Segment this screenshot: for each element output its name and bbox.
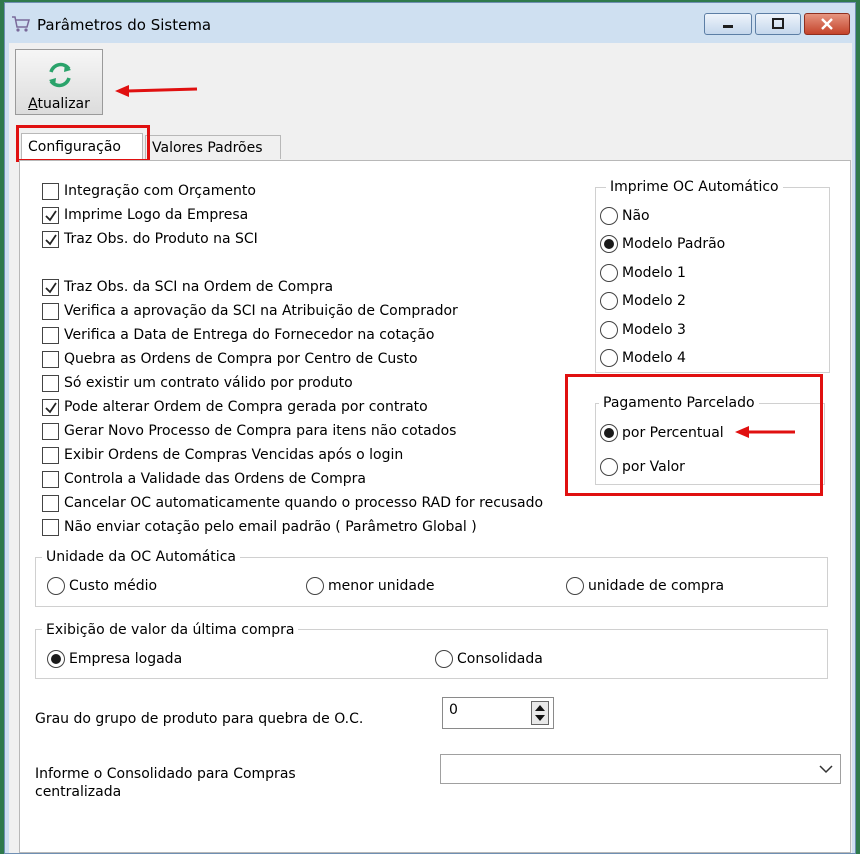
radio-circle[interactable] [47, 650, 65, 668]
radio-circle[interactable] [47, 577, 65, 595]
spinner-buttons[interactable] [531, 701, 549, 725]
radio-consolidada[interactable]: Consolidada [435, 648, 543, 670]
checkbox-controla-validade-oc[interactable]: Controla a Validade das Ordens de Compra [42, 469, 366, 489]
radio-imprime-modelo-2[interactable]: Modelo 2 [600, 290, 686, 312]
checkbox-alterar-oc-contrato[interactable]: Pode alterar Ordem de Compra gerada por … [42, 397, 428, 417]
annotation-arrow-pagamento [735, 426, 795, 438]
checkbox-verifica-aprovacao-sci[interactable]: Verifica a aprovação da SCI na Atribuiçã… [42, 301, 458, 321]
chevron-down-icon[interactable] [819, 764, 833, 774]
checkbox-integracao-orcamento[interactable]: Integração com Orçamento [42, 181, 256, 201]
tab-valores-padroes[interactable]: Valores Padrões [145, 135, 281, 159]
radio-imprime-modelo-1[interactable]: Modelo 1 [600, 262, 686, 284]
radio-circle[interactable] [435, 650, 453, 668]
configuracao-panel: Integração com Orçamento Imprime Logo da… [19, 160, 851, 853]
maximize-button[interactable] [755, 13, 801, 35]
radio-menor-unidade[interactable]: menor unidade [306, 575, 435, 597]
radio-circle[interactable] [600, 349, 618, 367]
checkbox-box[interactable] [42, 206, 59, 224]
checkbox-box[interactable] [42, 470, 59, 488]
radio-imprime-nao[interactable]: Não [600, 205, 650, 227]
radio-empresa-logada[interactable]: Empresa logada [47, 648, 182, 670]
close-icon [821, 18, 833, 30]
minimize-icon [723, 25, 733, 28]
check-icon [45, 234, 57, 245]
radio-circle[interactable] [566, 577, 584, 595]
checkbox-box[interactable] [42, 374, 59, 392]
annotation-arrow-refresh [115, 85, 198, 97]
radio-unidade-compra[interactable]: unidade de compra [566, 575, 724, 597]
checkbox-box[interactable] [42, 446, 59, 464]
imprime-oc-title: Imprime OC Automático [606, 179, 783, 195]
checkbox-traz-obs-sci[interactable]: Traz Obs. da SCI na Ordem de Compra [42, 277, 333, 297]
checkbox-box[interactable] [42, 182, 59, 200]
radio-circle[interactable] [600, 264, 618, 282]
checkbox-box[interactable] [42, 326, 59, 344]
client-area: Atualizar Configuração Valores Padrões I… [9, 43, 852, 853]
grau-grupo-value[interactable]: 0 [449, 702, 458, 718]
grau-grupo-label: Grau do grupo de produto para quebra de … [35, 711, 364, 727]
spin-down-icon[interactable] [532, 713, 548, 724]
checkbox-box[interactable] [42, 230, 59, 248]
refresh-icon [49, 62, 71, 88]
radio-circle[interactable] [600, 321, 618, 339]
window-title: Parâmetros do Sistema [37, 16, 212, 34]
checkbox-quebra-centro-custo[interactable]: Quebra as Ordens de Compra por Centro de… [42, 349, 418, 369]
consolidado-label: Informe o Consolidado para Compras centr… [35, 766, 296, 800]
checkbox-box[interactable] [42, 398, 59, 416]
tab-configuracao[interactable]: Configuração [21, 133, 143, 159]
checkbox-novo-processo-compra[interactable]: Gerar Novo Processo de Compra para itens… [42, 421, 456, 441]
radio-circle[interactable] [600, 207, 618, 225]
checkbox-box[interactable] [42, 422, 59, 440]
unidade-oc-title: Unidade da OC Automática [42, 549, 240, 565]
spin-up-icon[interactable] [532, 702, 548, 713]
exibicao-valor-title: Exibição de valor da última compra [42, 622, 299, 638]
radio-imprime-modelo-padrao[interactable]: Modelo Padrão [600, 233, 725, 255]
checkbox-box[interactable] [42, 350, 59, 368]
check-icon [45, 402, 57, 413]
window: Parâmetros do Sistema Atualizar Configur… [4, 2, 856, 854]
cart-icon [12, 16, 30, 32]
checkbox-nao-enviar-cotacao[interactable]: Não enviar cotação pelo email padrão ( P… [42, 517, 477, 537]
minimize-button[interactable] [704, 13, 752, 35]
checkbox-exibir-oc-vencidas[interactable]: Exibir Ordens de Compras Vencidas após o… [42, 445, 403, 465]
checkbox-box[interactable] [42, 278, 59, 296]
maximize-icon [772, 18, 784, 29]
check-icon [45, 282, 57, 293]
radio-imprime-modelo-4[interactable]: Modelo 4 [600, 347, 686, 369]
checkbox-imprime-logo[interactable]: Imprime Logo da Empresa [42, 205, 248, 225]
checkbox-box[interactable] [42, 518, 59, 536]
check-icon [45, 210, 57, 221]
checkbox-contrato-unico[interactable]: Só existir um contrato válido por produt… [42, 373, 353, 393]
checkbox-cancelar-oc-rad[interactable]: Cancelar OC automaticamente quando o pro… [42, 493, 543, 513]
close-button[interactable] [804, 13, 850, 35]
checkbox-box[interactable] [42, 494, 59, 512]
grau-grupo-spinner[interactable]: 0 [442, 697, 554, 729]
radio-custo-medio[interactable]: Custo médio [47, 575, 157, 597]
refresh-label: Atualizar [28, 96, 90, 112]
radio-circle[interactable] [306, 577, 324, 595]
checkbox-box[interactable] [42, 302, 59, 320]
title-bar[interactable]: Parâmetros do Sistema [5, 3, 855, 43]
checkbox-traz-obs-produto[interactable]: Traz Obs. do Produto na SCI [42, 229, 258, 249]
refresh-button[interactable]: Atualizar [15, 49, 103, 115]
radio-circle[interactable] [600, 235, 618, 253]
radio-imprime-modelo-3[interactable]: Modelo 3 [600, 319, 686, 341]
checkbox-verifica-data-entrega[interactable]: Verifica a Data de Entrega do Fornecedor… [42, 325, 434, 345]
radio-circle[interactable] [600, 292, 618, 310]
consolidado-dropdown[interactable] [440, 754, 841, 784]
